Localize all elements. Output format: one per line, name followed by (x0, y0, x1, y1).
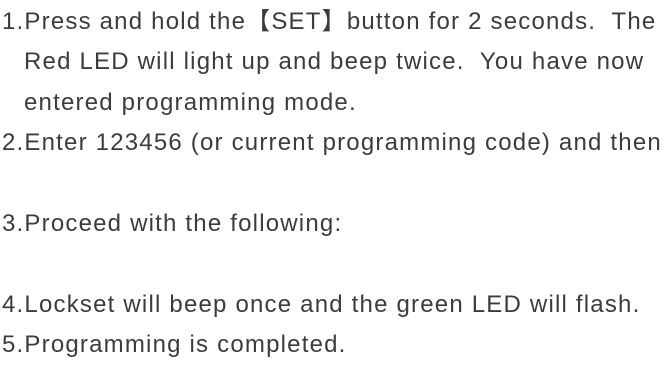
programming-instructions: 1.Press and hold the【SET】button for 2 se… (0, 0, 670, 367)
step-1-line-1: 1.Press and hold the【SET】button for 2 se… (2, 8, 657, 35)
step-1-line-2: Red LED will light up and beep twice. Yo… (24, 48, 645, 76)
step-2-line-2: press. (2, 164, 670, 204)
step-3-key-sequence: Enter 【40】→→ Press “C” ( for over 3 seco… (2, 244, 670, 284)
step-4-line-1: 4.Lockset will beep once and the green L… (2, 290, 641, 318)
step-1-line-3: entered programming mode. (24, 88, 357, 116)
step-5-line-1: 5.Programming is completed. (2, 331, 347, 359)
step-3-line-1: 3.Proceed with the following: (2, 209, 343, 237)
step-2-line-1: 2.Enter 123456 (or current programming c… (2, 129, 662, 157)
